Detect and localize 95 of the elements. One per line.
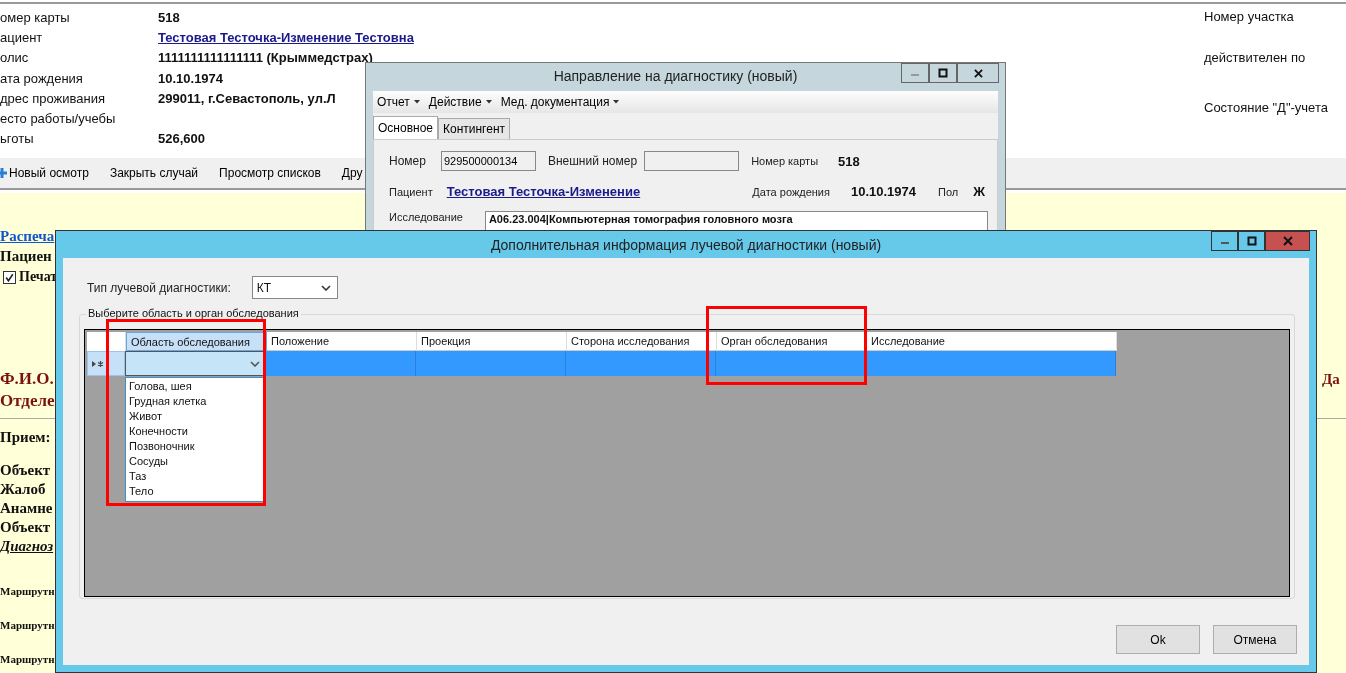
field-value: 10.10.1974 [158,70,224,86]
type-dropdown[interactable]: КТ [251,276,338,299]
column-header[interactable]: Проекция [417,332,567,351]
document-label: Жалоб [0,480,46,499]
chevron-icon [320,284,331,291]
field-label: Дата рождения [752,185,830,198]
field-label: ьготы [0,131,35,147]
row-header[interactable] [87,351,125,376]
field-label: ата рождения [0,70,84,86]
sex-value: Ж [973,184,985,199]
menu-item[interactable]: Действие [428,95,501,109]
field-label: Внешний номер [547,154,638,168]
field-label: Номер участка [1204,8,1295,26]
field-value: 526,600 [158,131,205,147]
close-icon [1282,236,1293,246]
maximize-icon [938,68,948,78]
dropdown-option[interactable]: Конечности [129,424,261,439]
tab[interactable]: Контингент [438,118,510,139]
chevron-icon [250,360,260,367]
window-title: Направление на диагностику (новый) [553,68,798,84]
document-label: Да [1322,371,1340,388]
dropdown-option[interactable]: Грудная клетка [129,394,261,409]
toolbar-button[interactable]: Закрыть случай [109,166,199,180]
birth-date: 10.10.1974 [850,184,917,199]
field-label: дрес проживания [0,90,106,106]
row-pointer-icon [91,359,105,368]
toolbar-button[interactable]: Новый осмотр [0,166,89,180]
column-header[interactable]: Сторона исследования [567,332,717,351]
maximize-button[interactable] [929,63,957,83]
field-label: ациент [0,29,44,45]
dialog-button[interactable]: Отмена [1213,625,1297,654]
patient-link[interactable]: Тестовая Тесточка-Изменение [446,184,641,199]
menu-item[interactable]: Мед. документация [500,95,629,109]
dropdown-option[interactable]: Позвоночник [129,439,261,454]
maximize-icon [1246,236,1257,246]
checkbox[interactable] [3,270,16,284]
document-label: Прием: [0,428,51,447]
field-label: Пациент [389,185,433,198]
field-value: 299011, г.Севастополь, ул.Л [158,90,336,106]
document-label: Объект [0,461,51,480]
minimize-button[interactable] [1211,231,1238,251]
document-label: Маршрутн [0,652,55,667]
dropdown-option[interactable]: Таз [129,469,261,484]
number-field[interactable]: 929500000134 [440,151,536,171]
menu-item[interactable]: Отчет [377,95,429,109]
field-label: Номер [389,154,426,168]
toolbar-button[interactable]: Просмотр списков [219,166,321,180]
document-label: Пациен [0,247,52,266]
field-label: олис [0,50,30,66]
document-label: Маршрутн [0,618,55,633]
column-header[interactable]: Положение [267,332,417,351]
plus-icon [0,168,7,178]
column-header[interactable]: Исследование [867,332,1117,351]
minimize-button[interactable] [901,63,929,83]
field-label: действителен по [1204,49,1307,67]
close-icon [973,68,983,78]
dropdown-option[interactable]: Голова, шея [129,379,261,394]
window-title: Дополнительная информация лучевой диагностики (новый) [490,236,882,253]
field-label: Номер карты [751,155,819,167]
toolbar-button[interactable]: Дру [341,166,363,180]
field-label: омер карты [0,9,71,25]
checkbox-label: Печат [19,268,58,286]
area-dropdown[interactable] [125,351,266,376]
section-heading: Отделе [0,390,55,412]
external-number-field[interactable] [644,151,740,171]
group-title: Выберите область и орган обследования [86,307,301,319]
caret-icon [485,100,492,104]
caret-icon [613,100,620,104]
document-label: Объект [0,518,51,537]
section-heading: Ф.И.О. [0,368,54,390]
dialog-button[interactable]: Ok [1116,625,1200,654]
field-label: Исследование [389,211,463,223]
caret-icon [413,100,420,104]
field-value: 1111111111111111 (Крыммедстрах) [158,50,373,66]
study-field[interactable]: A06.23.004|Компьютерная томография головного мозга [484,211,988,233]
print-link[interactable]: Распеча [0,226,55,246]
close-button[interactable] [1265,231,1310,251]
field-label: есто работы/учебы [0,111,117,127]
tab[interactable]: Основное [373,116,438,139]
dropdown-option[interactable]: Живот [129,409,261,424]
card-number: 518 [838,153,860,169]
document-label: Анамне [0,499,53,518]
field-value: 518 [158,9,180,25]
maximize-button[interactable] [1238,231,1265,251]
field-label: Пол [938,185,959,198]
document-label: Маршрутн [0,584,55,599]
grid-corner-cell [87,332,126,351]
close-button[interactable] [957,63,999,83]
dropdown-option[interactable]: Сосуды [129,454,261,469]
dropdown-option[interactable]: Тело [129,484,261,499]
patient-link[interactable]: Тестовая Тесточка-Изменение Тестовна [158,29,414,45]
field-label: Состояние "Д"-учета [1204,99,1328,117]
column-header[interactable]: Область обследования [126,332,267,351]
field-label: Тип лучевой диагностики: [87,280,231,295]
column-header[interactable]: Орган обследования [717,332,867,351]
